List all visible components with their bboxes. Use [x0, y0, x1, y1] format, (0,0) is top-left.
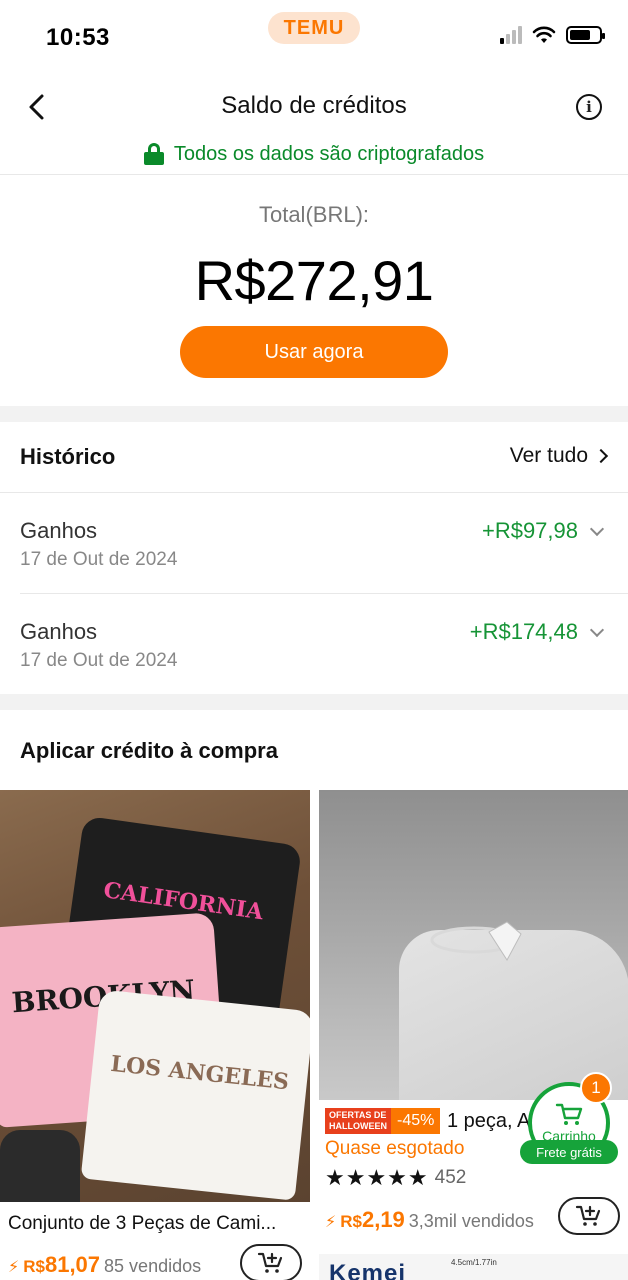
sold-count: 85 vendidos [104, 1256, 202, 1276]
product-name[interactable]: 1 peça, A [447, 1110, 530, 1133]
page-header: Saldo de créditos i [0, 72, 628, 142]
status-bar: 10:53 TEMU [0, 0, 628, 72]
wifi-icon [532, 26, 556, 43]
chevron-down-icon[interactable] [589, 521, 605, 537]
status-icons [500, 26, 605, 44]
see-all-label: Ver tudo [509, 444, 588, 467]
price: R$81,07 [23, 1252, 101, 1277]
add-to-cart-button[interactable] [240, 1244, 302, 1280]
star-rating-icon: ★★★★★ [325, 1165, 429, 1190]
product-name[interactable]: Conjunto de 3 Peças de Cami... [8, 1213, 304, 1235]
battery-icon [566, 26, 605, 44]
stock-status: Quase esgotado [325, 1138, 465, 1159]
history-item[interactable]: Ganhos 17 de Out de 2024 +R$97,98 [0, 494, 628, 594]
total-amount: R$272,91 [194, 249, 434, 312]
rating: ★★★★★ 452 [325, 1165, 466, 1191]
halloween-badge: OFERTAS DE HALLOWEEN -45% [325, 1108, 441, 1134]
halloween-line2: HALLOWEEN [329, 1121, 387, 1131]
ring-image [430, 921, 522, 961]
lightning-icon: ⚡ [325, 1214, 337, 1231]
history-date: 17 de Out de 2024 [20, 549, 178, 570]
next-product-image[interactable]: Kemei 4.5cm/1.77in [319, 1254, 628, 1280]
brand-logo: Kemei [329, 1260, 407, 1280]
review-count: 452 [434, 1167, 467, 1188]
chevron-right-icon [593, 448, 609, 464]
halloween-line1: OFERTAS DE [329, 1110, 387, 1120]
info-icon[interactable]: i [576, 94, 602, 120]
free-shipping-badge: Frete grátis [520, 1140, 618, 1164]
apply-credit-title: Aplicar crédito à compra [20, 738, 278, 763]
history-type: Ganhos [20, 518, 98, 543]
history-amount: +R$97,98 [481, 518, 578, 543]
total-label: Total(BRL): [258, 202, 370, 227]
secure-text: Todos os dados são criptografados [173, 142, 485, 165]
add-cart-icon [575, 1205, 601, 1226]
status-time: 10:53 [46, 24, 110, 51]
price: R$2,19 [340, 1207, 405, 1232]
sold-count: 3,3mil vendidos [408, 1211, 534, 1231]
page-title: Saldo de créditos [221, 92, 407, 119]
divider [0, 492, 628, 493]
divider [20, 593, 628, 594]
add-to-cart-button[interactable] [558, 1197, 620, 1235]
history-type: Ganhos [20, 619, 98, 644]
price-row: ⚡ R$2,19 3,3mil vendidos [325, 1207, 534, 1233]
signal-icon [500, 26, 522, 44]
sneaker-image [0, 1130, 80, 1202]
size-label: 4.5cm/1.77in [451, 1258, 497, 1267]
temu-logo: TEMU [268, 12, 360, 44]
history-title: Histórico [20, 444, 116, 469]
history-item[interactable]: Ganhos 17 de Out de 2024 +R$174,48 [0, 595, 628, 695]
secure-notice: Todos os dados são criptografados [0, 140, 628, 168]
product-image-tshirts[interactable]: CALIFORNIA BROOKLYN LOS ANGELES [0, 790, 310, 1202]
discount-badge: -45% [391, 1108, 441, 1134]
cart-count-badge: 1 [580, 1072, 612, 1104]
white-tshirt: LOS ANGELES [80, 989, 310, 1201]
section-divider [0, 694, 628, 710]
see-all-link[interactable]: Ver tudo [509, 444, 609, 468]
chevron-down-icon[interactable] [589, 622, 605, 638]
add-cart-icon [257, 1252, 283, 1273]
history-date: 17 de Out de 2024 [20, 650, 178, 671]
history-amount: +R$174,48 [469, 619, 578, 644]
use-now-button[interactable]: Usar agora [180, 326, 448, 378]
lock-icon [143, 143, 164, 165]
price-row: ⚡ R$81,07 85 vendidos [8, 1252, 201, 1278]
divider [0, 174, 628, 175]
product-image-ring[interactable] [319, 790, 628, 1100]
tshirt-text: LOS ANGELES [109, 1050, 291, 1096]
section-divider [0, 406, 628, 422]
cart-icon [555, 1103, 583, 1125]
lightning-icon: ⚡ [8, 1259, 20, 1276]
halloween-label: OFERTAS DE HALLOWEEN [325, 1108, 391, 1134]
